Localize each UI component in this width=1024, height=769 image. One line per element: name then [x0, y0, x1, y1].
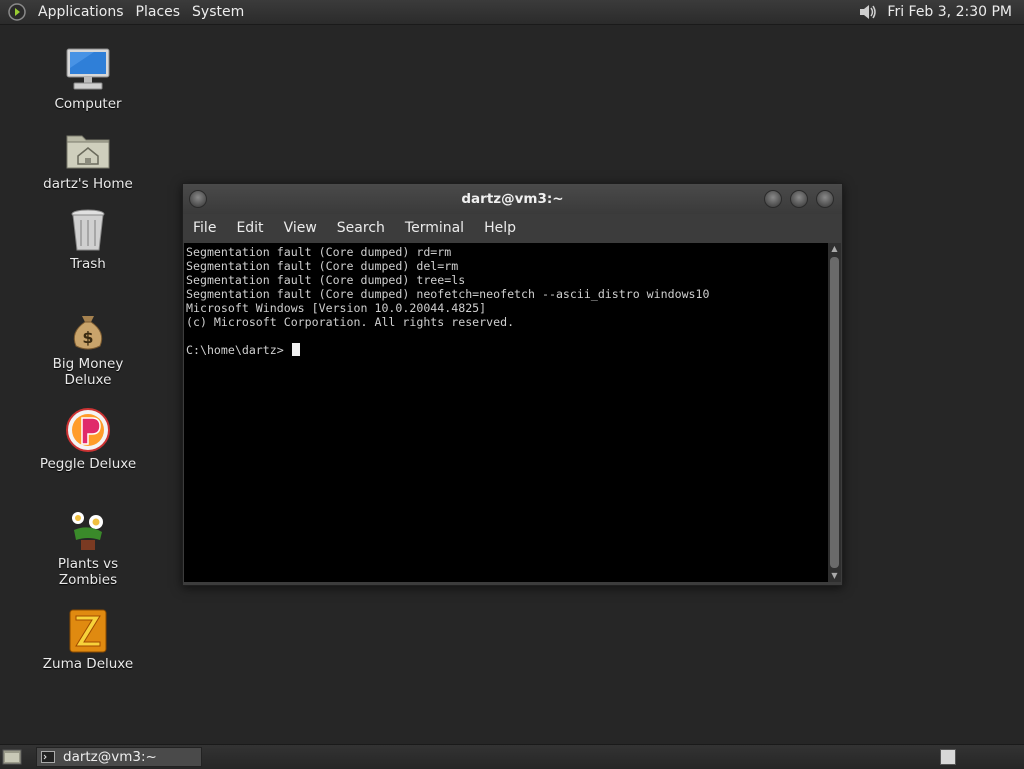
- minimize-button[interactable]: [764, 190, 782, 208]
- terminal-prompt: C:\home\dartz>: [186, 343, 291, 357]
- taskbar-item-terminal[interactable]: dartz@vm3:~: [36, 747, 202, 767]
- desktop-icon-label: Zuma Deluxe: [42, 656, 134, 672]
- system-menu[interactable]: System: [186, 4, 250, 20]
- money-bag-icon: $: [73, 316, 103, 350]
- maximize-button[interactable]: [790, 190, 808, 208]
- clock[interactable]: Fri Feb 3, 2:30 PM: [887, 4, 1012, 20]
- desktop-icon-label: dartz's Home: [43, 176, 133, 192]
- terminal-line: Segmentation fault (Core dumped) neofetc…: [186, 287, 710, 301]
- terminal-menubar: File Edit View Search Terminal Help: [183, 214, 842, 242]
- computer-icon: [66, 48, 110, 90]
- main-menu-logo-icon[interactable]: [8, 3, 26, 21]
- home-folder-icon: [66, 135, 110, 169]
- menu-help[interactable]: Help: [474, 220, 526, 236]
- plants-vs-zombies-icon: [72, 512, 103, 550]
- desktop-icon-label: Trash: [70, 256, 106, 272]
- close-button[interactable]: [816, 190, 834, 208]
- scroll-up-arrow-icon[interactable]: ▲: [828, 243, 841, 255]
- trash-icon: [71, 209, 105, 251]
- terminal-output[interactable]: Segmentation fault (Core dumped) rd=rm Se…: [184, 243, 828, 582]
- places-menu[interactable]: Places: [130, 4, 187, 20]
- volume-icon[interactable]: [857, 2, 879, 22]
- scroll-down-arrow-icon[interactable]: ▼: [828, 570, 841, 582]
- desktop-icon-big-money[interactable]: $ Big Money Deluxe: [28, 306, 148, 388]
- terminal-prompt-line[interactable]: C:\home\dartz>: [186, 343, 828, 357]
- desktop-icon-zuma[interactable]: Zuma Deluxe: [28, 606, 148, 672]
- terminal-window[interactable]: dartz@vm3:~ File Edit View Search Termin…: [182, 183, 843, 586]
- terminal-line: Segmentation fault (Core dumped) tree=ls: [186, 273, 466, 287]
- desktop-icon-peggle[interactable]: Peggle Deluxe: [28, 406, 148, 472]
- svg-text:$: $: [82, 328, 93, 347]
- terminal-scrollbar[interactable]: ▲ ▼: [828, 243, 841, 582]
- show-desktop-icon[interactable]: [2, 748, 22, 766]
- desktop-icon-label: Peggle Deluxe: [39, 456, 137, 472]
- window-title: dartz@vm3:~: [461, 191, 564, 207]
- terminal-line: (c) Microsoft Corporation. All rights re…: [186, 315, 515, 329]
- applications-menu[interactable]: Applications: [32, 4, 130, 20]
- desktop-icon-trash[interactable]: Trash: [28, 206, 148, 272]
- workspace-switcher[interactable]: [940, 749, 956, 765]
- menu-view[interactable]: View: [274, 220, 327, 236]
- top-panel: Applications Places System Fri Feb 3, 2:…: [0, 0, 1024, 25]
- peggle-icon: [66, 408, 110, 452]
- menu-file[interactable]: File: [183, 220, 226, 236]
- menu-search[interactable]: Search: [327, 220, 395, 236]
- bottom-panel: dartz@vm3:~: [0, 744, 1024, 769]
- menu-terminal[interactable]: Terminal: [395, 220, 474, 236]
- desktop-icon-label: Big Money Deluxe: [52, 356, 124, 388]
- terminal-line: Segmentation fault (Core dumped) del=rm: [186, 259, 459, 273]
- scrollbar-thumb[interactable]: [830, 257, 839, 568]
- terminal-icon: [41, 751, 55, 763]
- terminal-line: Microsoft Windows [Version 10.0.20044.48…: [186, 301, 487, 315]
- desktop-icon-home[interactable]: dartz's Home: [28, 126, 148, 192]
- desktop-icon-label: Plants vs Zombies: [57, 556, 119, 588]
- taskbar-item-label: dartz@vm3:~: [63, 749, 157, 765]
- desktop-icon-label: Computer: [54, 96, 122, 112]
- terminal-line: Segmentation fault (Core dumped) rd=rm: [186, 245, 452, 259]
- zuma-icon: [69, 609, 107, 653]
- menu-edit[interactable]: Edit: [226, 220, 273, 236]
- title-bar[interactable]: dartz@vm3:~: [183, 184, 842, 214]
- window-menu-icon[interactable]: [189, 190, 207, 208]
- desktop-icon-computer[interactable]: Computer: [28, 46, 148, 112]
- text-cursor: [291, 343, 300, 356]
- desktop-icon-plants-vs-zombies[interactable]: Plants vs Zombies: [28, 506, 148, 588]
